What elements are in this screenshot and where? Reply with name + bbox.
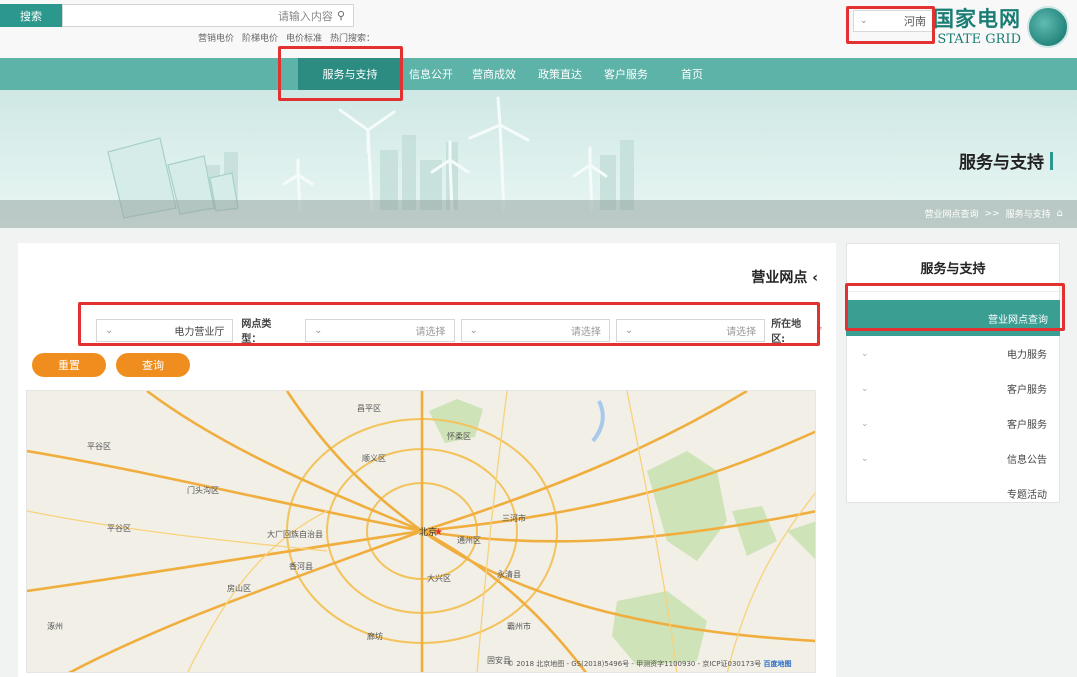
sidebar-item-customer-service-2[interactable]: ⌄ 客户服务: [847, 406, 1059, 441]
map-label: 门头沟区: [187, 485, 219, 495]
sidebar-title: 服务与支持: [847, 244, 1059, 292]
region-label: 所在地区:: [771, 319, 802, 345]
search-placeholder: 请输入内容: [277, 9, 333, 23]
page-title: 服务与支持: [959, 148, 1053, 173]
chevron-down-icon: ⌄: [861, 418, 869, 429]
nav-item-customer-service[interactable]: 客户服务: [592, 58, 660, 90]
sidebar-item-label: 客户服务: [1007, 420, 1047, 431]
sidebar-item-label: 营业网点查询: [988, 314, 1048, 326]
search-icon[interactable]: ⚲: [337, 9, 345, 22]
site-header: 搜索 请输入内容 ⚲ 营销电价 阶梯电价 电价标准 热门搜索： ⌄ 河南 国家电…: [0, 0, 1077, 58]
baidu-map-link[interactable]: 百度地图: [763, 660, 791, 668]
breadcrumb-bar: 营业网点查询 >> 服务与支持 ⌂: [0, 200, 1077, 228]
map-label: 大兴区: [427, 573, 451, 583]
nav-item-info-public[interactable]: 信息公开: [402, 58, 460, 90]
map-label: 霸州市: [507, 621, 531, 631]
chevron-down-icon: ⌄: [860, 16, 868, 26]
breadcrumb-separator: >>: [984, 208, 1000, 219]
region-value: 河南: [904, 15, 926, 28]
chevron-down-icon: ⌄: [469, 324, 478, 336]
chevron-down-icon: ⌄: [105, 324, 114, 336]
filter-row: ⌄ 电力营业厅 网点类型： ⌄ 请选择 ⌄ 请选择 ⌄ 请选择 所在地区: *: [82, 313, 822, 347]
map-label: 平谷区: [87, 442, 111, 451]
type-value: 电力营业厅: [174, 326, 225, 338]
chevron-down-icon: ⌄: [861, 348, 869, 359]
type-select[interactable]: ⌄ 电力营业厅: [96, 318, 234, 342]
sidebar-item-customer-service[interactable]: ⌄ 客户服务: [847, 371, 1059, 406]
reset-button[interactable]: 重置: [32, 353, 106, 377]
hot-item[interactable]: 营销电价: [198, 31, 234, 44]
main-nav: 服务与支持 信息公开 营商成效 政策直达 客户服务 首页: [0, 58, 1077, 90]
nav-item-achievements[interactable]: 营商成效: [460, 58, 528, 90]
nav-item-home-label: [700, 58, 760, 90]
map-label: 顺义区: [362, 454, 386, 463]
nav-item-service-support[interactable]: 服务与支持: [298, 58, 402, 90]
logo-text: 国家电网 STATE GRID: [933, 6, 1021, 47]
map-label: 大厂回族自治县: [267, 529, 323, 539]
city-select[interactable]: ⌄ 请选择: [460, 318, 610, 342]
map-label: 平谷区: [107, 524, 131, 533]
title-accent-bar: [1050, 151, 1053, 170]
chevron-down-icon: ⌄: [314, 324, 323, 336]
map-view[interactable]: 北京 顺义区 通州区 大兴区 房山区 门头沟区 昌平区 怀柔区 平谷区 三河市 …: [26, 390, 816, 673]
breadcrumb-link[interactable]: 服务与支持: [1006, 207, 1051, 220]
chevron-down-icon: ⌄: [861, 383, 869, 394]
chevron-down-icon: ⌄: [624, 324, 634, 336]
page-banner: 服务与支持 营业网点查询 >> 服务与支持 ⌂: [0, 90, 1077, 228]
logo-en: STATE GRID: [937, 31, 1021, 47]
hot-label: 热门搜索：: [330, 34, 376, 44]
main-panel: 营业网点 ‹ ⌄ 电力营业厅 网点类型： ⌄ 请选择 ⌄ 请选择 ⌄ 请选择 所…: [18, 243, 836, 677]
page-title-text: 服务与支持: [959, 153, 1044, 173]
sidebar-item-outlet-query[interactable]: 营业网点查询: [846, 300, 1060, 336]
chevron-down-icon: ⌄: [861, 453, 869, 464]
sidebar: 服务与支持 营业网点查询 ⌄ 电力服务 ⌄ 客户服务 ⌄ 客户服务 ⌄ 信息公告…: [846, 243, 1060, 503]
map-label: 房山区: [227, 583, 251, 593]
capital-star-icon: ★: [434, 527, 443, 538]
section-title: 营业网点 ‹: [751, 267, 818, 287]
section-title-text: 营业网点: [751, 270, 808, 286]
map-label: 三河市: [502, 513, 526, 523]
sidebar-item-label: 信息公告: [1007, 455, 1047, 466]
map-copyright: © 2018 北京地图 - GS(2018)5496号 - 甲测资字110093…: [507, 659, 791, 669]
type-label: 网点类型：: [241, 319, 272, 345]
breadcrumb-current: 营业网点查询: [924, 210, 979, 220]
search-button[interactable]: 搜索: [0, 4, 62, 27]
city-placeholder: 请选择: [570, 326, 601, 338]
province-placeholder: 请选择: [726, 326, 757, 338]
map-label: 廊坊: [367, 631, 383, 641]
sidebar-item-special-events[interactable]: 专题活动: [847, 476, 1059, 511]
sidebar-item-label: 电力服务: [1007, 350, 1047, 361]
map-label: 涿州: [47, 622, 63, 631]
region-dropdown[interactable]: ⌄ 河南: [853, 10, 933, 32]
globe-icon: [1027, 6, 1069, 48]
sidebar-item-label: 专题活动: [1007, 490, 1047, 501]
site-logo[interactable]: 国家电网 STATE GRID: [933, 4, 1069, 50]
map-label: 怀柔区: [447, 431, 471, 441]
required-mark: *: [816, 324, 822, 336]
map-label: 昌平区: [357, 404, 381, 413]
map-label: 永清县: [497, 569, 521, 579]
sidebar-item-announcements[interactable]: ⌄ 信息公告: [847, 441, 1059, 476]
home-icon[interactable]: ⌂: [1057, 208, 1063, 219]
map-label: 香河县: [289, 561, 313, 571]
nav-item-policy[interactable]: 政策直达: [528, 58, 592, 90]
query-button[interactable]: 查询: [116, 353, 190, 377]
province-select[interactable]: ⌄ 请选择: [615, 318, 766, 342]
hot-item[interactable]: 阶梯电价: [242, 31, 278, 44]
logo-cn: 国家电网: [933, 6, 1021, 31]
breadcrumb: 营业网点查询 >> 服务与支持 ⌂: [925, 207, 1063, 220]
map-footer-text: © 2018 北京地图 - GS(2018)5496号 - 甲测资字110093…: [507, 660, 762, 668]
search-input[interactable]: 请输入内容 ⚲: [62, 4, 354, 27]
district-placeholder: 请选择: [415, 326, 446, 338]
hot-searches: 营销电价 阶梯电价 电价标准 热门搜索：: [198, 31, 375, 44]
sidebar-item-power-service[interactable]: ⌄ 电力服务: [847, 336, 1059, 371]
map-canvas[interactable]: 北京 顺义区 通州区 大兴区 房山区 门头沟区 昌平区 怀柔区 平谷区 三河市 …: [27, 391, 816, 673]
map-label: 通州区: [457, 535, 481, 545]
district-select[interactable]: ⌄ 请选择: [305, 318, 455, 342]
sidebar-item-label: 客户服务: [1007, 385, 1047, 396]
chevron-left-icon[interactable]: ‹: [812, 270, 818, 286]
hot-item[interactable]: 电价标准: [286, 31, 322, 44]
